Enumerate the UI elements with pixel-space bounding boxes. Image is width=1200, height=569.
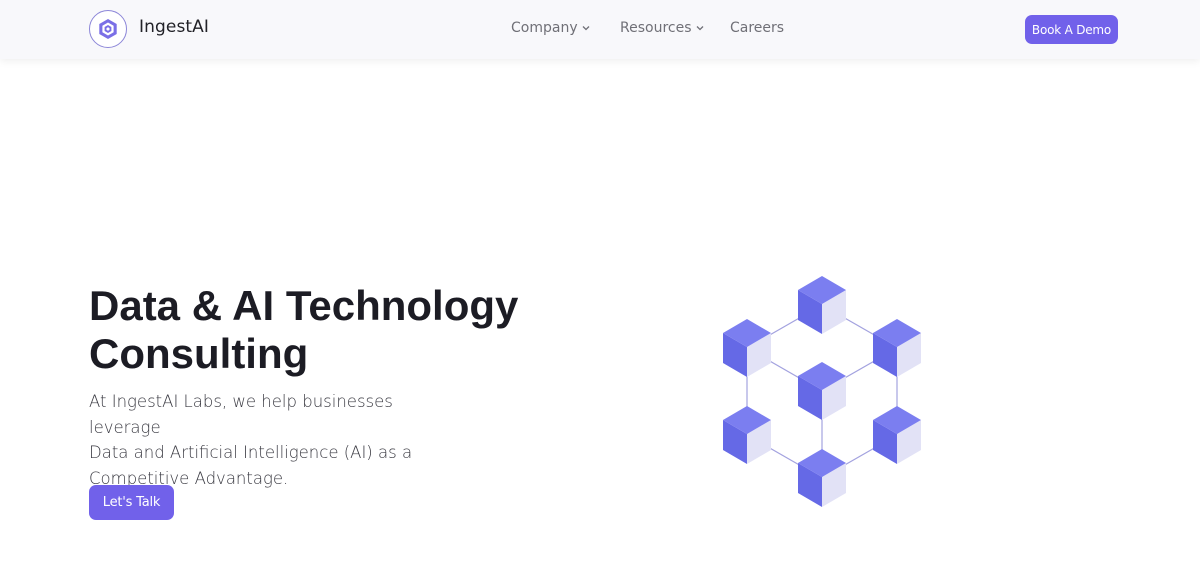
cube-icon (798, 362, 846, 420)
nav-careers[interactable]: Careers (730, 20, 784, 36)
nav-company[interactable]: Company (511, 20, 591, 36)
lets-talk-button[interactable]: Let's Talk (89, 485, 174, 520)
hero-subtext-line1: At IngestAI Labs, we help businesses lev… (89, 392, 393, 437)
cube-icon (873, 406, 921, 464)
cube-icon (723, 406, 771, 464)
hero-headline: Data & AI Technology Consulting (89, 282, 589, 378)
brand-name[interactable]: IngestAI (139, 17, 209, 37)
hero-headline-line1: Data & AI Technology (89, 282, 519, 329)
nav-careers-label: Careers (730, 20, 785, 36)
nav-resources-label: Resources (620, 20, 692, 36)
nav-resources[interactable]: Resources (620, 20, 705, 36)
book-demo-button[interactable]: Book A Demo (1025, 15, 1118, 44)
hero-headline-line2: Consulting (89, 330, 309, 377)
chevron-down-icon (582, 26, 590, 31)
cube-icon (798, 276, 846, 334)
cube-icon (798, 449, 846, 507)
hero-subtext-line2: Data and Artificial Intelligence (AI) as… (89, 443, 413, 462)
cube-icon (873, 319, 921, 377)
top-navbar: IngestAI Company Resources Careers Book … (0, 0, 1200, 59)
nav-company-label: Company (511, 20, 578, 36)
chevron-down-icon (696, 26, 703, 31)
hexagon-logo-icon[interactable] (89, 10, 127, 48)
cube-network-icon (723, 276, 921, 507)
cube-icon (723, 319, 771, 377)
hero-subtext: At IngestAI Labs, we help businesses lev… (89, 389, 469, 491)
